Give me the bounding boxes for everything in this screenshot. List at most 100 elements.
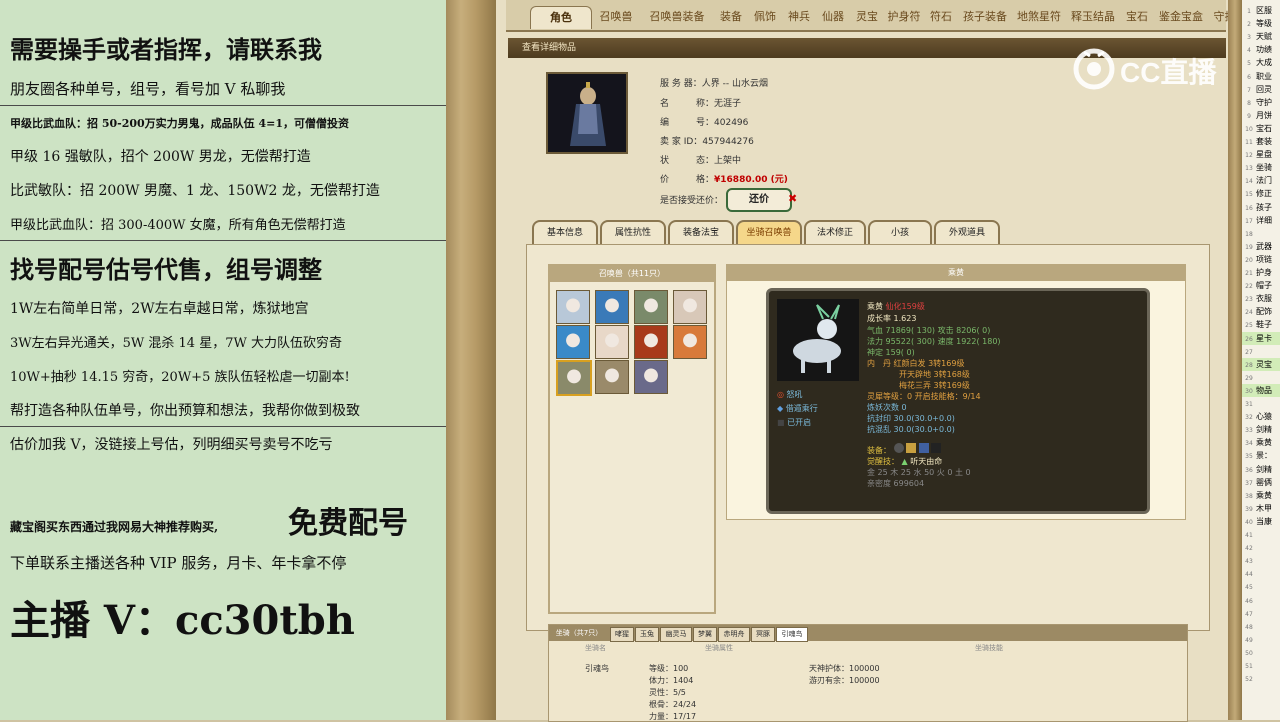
tab-12[interactable]: 释玉结晶 bbox=[1068, 6, 1118, 28]
ad-line-9: 3W左右异光通关，5W 混杀 14 星，7W 大力队伍砍穷奇 bbox=[10, 336, 342, 351]
sheet-row: 30 物品 bbox=[1242, 383, 1280, 397]
pet-icon[interactable] bbox=[556, 325, 590, 359]
mount-tab-4[interactable]: 梦翼 bbox=[693, 627, 717, 642]
subtab-3[interactable]: 坐骑召唤兽 bbox=[736, 220, 802, 244]
sheet-row: 51 bbox=[1245, 663, 1253, 670]
pet-icon[interactable] bbox=[634, 360, 668, 394]
sheet-row: 39 木甲 bbox=[1245, 503, 1272, 513]
id-value: 402496 bbox=[714, 118, 749, 128]
pet-icon[interactable] bbox=[673, 290, 707, 324]
mount-tab-2[interactable]: 玉兔 bbox=[635, 627, 659, 642]
tab-1[interactable]: 召唤兽 bbox=[594, 6, 638, 28]
tab-13[interactable]: 宝石 bbox=[1122, 6, 1152, 28]
sheet-row: 29 bbox=[1245, 374, 1253, 382]
sheet-row: 24 配饰 bbox=[1245, 307, 1272, 317]
ad-line-5: 比武敏队：招 200W 男魔、1 龙、150W2 龙，无偿帮打造 bbox=[10, 183, 380, 199]
mount-tab-0[interactable]: 坐骑（共7只） bbox=[551, 627, 607, 640]
sheet-row: 36 剑精 bbox=[1245, 464, 1272, 474]
tab-14[interactable]: 鉴金宝盒 bbox=[1156, 6, 1206, 28]
sheet-row: 6 职业 bbox=[1247, 71, 1272, 81]
tab-0[interactable]: 角色 bbox=[530, 6, 592, 29]
character-avatar bbox=[546, 72, 628, 154]
sheet-row: 42 bbox=[1245, 545, 1253, 553]
mount-tabs: 坐骑（共7只） 哮猩 玉兔 幽灵马 梦翼 赤明舟 冥豚 引魂鸟 bbox=[549, 625, 1187, 642]
mount-tili: 体力：1404 bbox=[649, 676, 694, 685]
close-icon[interactable]: ✖ bbox=[788, 192, 797, 205]
mount-tab-1[interactable]: 哮猩 bbox=[610, 627, 634, 642]
tab-9[interactable]: 符石 bbox=[926, 6, 956, 28]
sheet-row: 40 当康 bbox=[1245, 516, 1272, 526]
tab-11[interactable]: 地煞星符 bbox=[1014, 6, 1064, 28]
sheet-row: 8 守护 bbox=[1247, 97, 1272, 107]
seller-row: 卖 家 ID：457944276 bbox=[660, 134, 754, 147]
tab-10[interactable]: 孩子装备 bbox=[960, 6, 1010, 28]
pet-icon[interactable] bbox=[673, 325, 707, 359]
sheet-row: 3 天赋 bbox=[1247, 32, 1272, 42]
mount-tab-6[interactable]: 冥豚 bbox=[751, 627, 775, 642]
status-row: 状 态：上架中 bbox=[660, 153, 741, 166]
sheet-row: 45 bbox=[1245, 584, 1253, 592]
pet-card: 乘黄 仙化159级 成长率 1.623 气血 71869( 130) 攻击 82… bbox=[766, 288, 1150, 514]
ad-line-13a: 藏宝阁买东西通过我网易大神推荐购买, bbox=[10, 520, 219, 534]
tab-2[interactable]: 召唤兽装备 bbox=[642, 6, 712, 28]
subtab-0[interactable]: 基本信息 bbox=[532, 220, 598, 244]
pet-icon[interactable] bbox=[634, 290, 668, 324]
ad-line-10: 10W+抽秒 14.15 穷奇，20W+5 族队伍轻松虐一切副本! bbox=[10, 370, 350, 385]
mount-name: 引魂鸟 bbox=[585, 664, 609, 673]
tab-4[interactable]: 佩饰 bbox=[750, 6, 780, 28]
counter-offer-button[interactable]: 还价 bbox=[726, 188, 792, 212]
seller-value: 457944276 bbox=[702, 137, 754, 147]
mount-panel: 坐骑（共7只） 哮猩 玉兔 幽灵马 梦翼 赤明舟 冥豚 引魂鸟 坐骑名 坐骑属性 坐骑技能 引… bbox=[548, 624, 1188, 722]
pet-detail-title: 乘黄 bbox=[727, 265, 1185, 281]
mount-tab-3[interactable]: 幽灵马 bbox=[660, 627, 692, 642]
server-value: 人界 -- 山水云烟 bbox=[701, 79, 768, 89]
sheet-row: 7 回灵 bbox=[1247, 84, 1272, 94]
pet-awaken: 觉醒技： ▲ 听天由命 bbox=[867, 457, 943, 466]
mount-skill-1: 天神护体：100000 bbox=[809, 664, 880, 673]
pet-icon[interactable] bbox=[595, 360, 629, 394]
pet-lianyao: 炼妖次数 0 bbox=[867, 403, 907, 412]
pet-soul-level: 灵犀等级：0 开启技能格：9/14 bbox=[867, 392, 981, 401]
tab-8[interactable]: 护身符 bbox=[886, 6, 922, 28]
sheet-row: 1 区服 bbox=[1247, 6, 1272, 15]
item-detail-window: 角色 召唤兽 召唤兽装备 装备 佩饰 神兵 仙器 灵宝 护身符 符石 孩子装备 地煞星符 释玉结晶 宝石鉴… bbox=[496, 0, 1247, 722]
subtab-6[interactable]: 外观道具 bbox=[934, 220, 1000, 244]
tab-5[interactable]: 神兵 bbox=[784, 6, 814, 28]
sheet-row: 25 鞋子 bbox=[1245, 320, 1272, 330]
sheet-row: 18 bbox=[1245, 230, 1253, 238]
pet-icon[interactable] bbox=[634, 325, 668, 359]
sheet-row: 23 衣服 bbox=[1245, 294, 1272, 304]
pet-icon[interactable] bbox=[595, 325, 629, 359]
pet-icon[interactable] bbox=[556, 360, 592, 396]
cc-live-watermark: CC直播 bbox=[1072, 46, 1240, 92]
ad-line-11: 帮打造各种队伍单号，你出预算和想法，我帮你做到极致 bbox=[10, 403, 360, 419]
pet-icon[interactable] bbox=[595, 290, 629, 324]
ad-panel: 需要操手或者指挥，请联系我 朋友圈各种单号，组号，看号加 V 私聊我 甲级比武血… bbox=[0, 0, 446, 720]
sheet-row: 26 星卡 bbox=[1242, 331, 1280, 345]
streamer-contact: 主播 V：cc30tbh bbox=[10, 597, 355, 644]
ad-line-2: 朋友圈各种单号，组号，看号加 V 私聊我 bbox=[10, 80, 286, 98]
sheet-row: 11 套装 bbox=[1245, 137, 1272, 146]
subtab-2[interactable]: 装备法宝 bbox=[668, 220, 734, 244]
tab-3[interactable]: 装备 bbox=[716, 6, 746, 28]
pet-shending: 神定 159( 0) bbox=[867, 348, 915, 357]
pet-neidan-1: 内 丹 红颜白发 3转169级 bbox=[867, 359, 965, 368]
ad-line-4: 甲级 16 强敏队，招个 200W 男龙，无偿帮打造 bbox=[10, 149, 311, 165]
subtab-1[interactable]: 属性抗性 bbox=[600, 220, 666, 244]
ad-line-6: 甲级比武血队：招 300-400W 女魔，所有角色无偿帮打造 bbox=[10, 218, 346, 233]
id-label: 编 号： bbox=[660, 118, 715, 128]
tab-7[interactable]: 灵宝 bbox=[852, 6, 882, 28]
ad-line-13b: 免费配号 bbox=[288, 506, 408, 541]
pet-icon[interactable] bbox=[556, 290, 590, 324]
subtab-4[interactable]: 法术修正 bbox=[804, 220, 866, 244]
pet-neidan-3: 梅花三弄 3转169级 bbox=[899, 381, 970, 390]
seller-label: 卖 家 ID： bbox=[660, 137, 703, 147]
sheet-row: 28 灵宝 bbox=[1242, 357, 1280, 371]
frame-border bbox=[446, 0, 496, 720]
mount-tab-7[interactable]: 引魂鸟 bbox=[776, 627, 808, 642]
mount-tab-5[interactable]: 赤明舟 bbox=[718, 627, 750, 642]
subtab-5[interactable]: 小孩 bbox=[868, 220, 932, 244]
pet-name: 乘黄 仙化159级 bbox=[867, 302, 925, 311]
tab-6[interactable]: 仙器 bbox=[818, 6, 848, 28]
divider bbox=[0, 105, 446, 106]
